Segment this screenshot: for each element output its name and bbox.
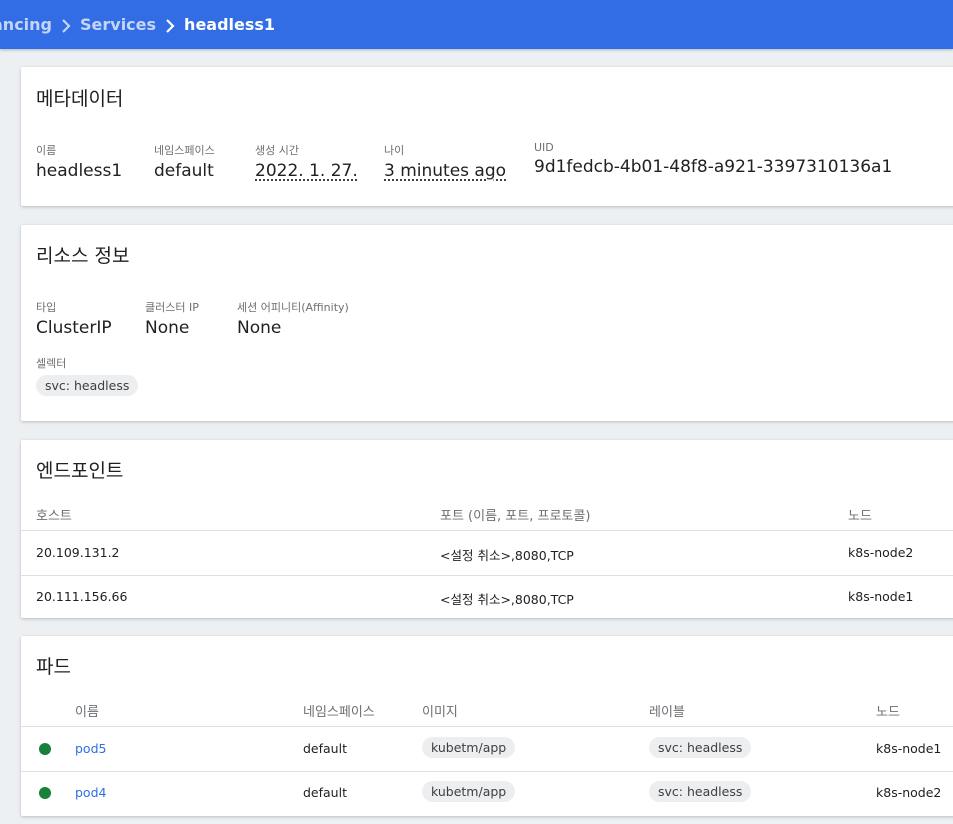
- session-affinity-value: None: [237, 318, 282, 338]
- uid-value: 9d1fedcb-4b01-48f8-a921-3397310136a1: [534, 157, 893, 177]
- chevron-right-icon: [52, 15, 80, 34]
- endpoints-table-header: 호스트 포트 (이름, 포트, 프로토콜) 노드: [21, 494, 953, 531]
- selector-field: 셀렉터 svc: headless: [36, 355, 139, 396]
- selector-chip: svc: headless: [36, 375, 139, 396]
- pod-node: k8s-node2: [876, 785, 942, 800]
- type-value: ClusterIP: [36, 318, 112, 338]
- status-running-icon: [39, 787, 51, 799]
- pod-image-chip: kubetm/app: [422, 781, 516, 802]
- cluster-ip-field: 클러스터 IP None: [145, 299, 199, 338]
- resource-info-card: 리소스 정보 타입 ClusterIP 클러스터 IP None 세션 어피니티…: [21, 225, 953, 421]
- column-header-namespace[interactable]: 네임스페이스: [303, 701, 375, 720]
- top-app-bar: ancing Services headless1: [0, 0, 953, 49]
- pods-card: 파드 이름 네임스페이스 이미지 레이블 노드 pod5 default kub…: [21, 636, 953, 816]
- breadcrumb-item-load-balancing[interactable]: ancing: [0, 15, 52, 34]
- pod-name-link[interactable]: pod5: [75, 741, 106, 756]
- endpoint-node: k8s-node2: [848, 545, 914, 560]
- pods-table-header: 이름 네임스페이스 이미지 레이블 노드: [21, 690, 953, 727]
- chevron-right-icon: [156, 15, 184, 34]
- namespace-field: 네임스페이스 default: [154, 142, 215, 181]
- type-field: 타입 ClusterIP: [36, 299, 112, 338]
- column-header-ports: 포트 (이름, 포트, 프로토콜): [440, 509, 591, 524]
- age-field: 나이 3 minutes ago: [384, 142, 506, 181]
- name-field: 이름 headless1: [36, 142, 122, 181]
- column-header-node: 노드: [848, 509, 872, 524]
- created-field: 생성 시간 2022. 1. 27.: [255, 142, 358, 181]
- pod-name-link[interactable]: pod4: [75, 785, 106, 800]
- name-value: headless1: [36, 161, 123, 181]
- column-header-node[interactable]: 노드: [876, 701, 900, 720]
- endpoint-host: 20.109.131.2: [36, 545, 120, 560]
- cluster-ip-value: None: [145, 318, 190, 338]
- metadata-card: 메타데이터 이름 headless1 네임스페이스 default 생성 시간 …: [21, 67, 953, 206]
- pod-namespace: default: [303, 741, 347, 756]
- breadcrumb-item-current: headless1: [184, 15, 276, 34]
- created-label: 생성 시간: [255, 144, 299, 157]
- endpoint-ports: <설정 취소>,8080,TCP: [440, 548, 574, 563]
- age-value[interactable]: 3 minutes ago: [384, 161, 506, 181]
- namespace-value: default: [154, 161, 214, 181]
- endpoint-host: 20.111.156.66: [36, 589, 128, 604]
- pod-image-chip: kubetm/app: [422, 737, 516, 758]
- session-affinity-field: 세션 어피니티(Affinity) None: [237, 299, 349, 338]
- session-affinity-label: 세션 어피니티(Affinity): [237, 301, 349, 314]
- status-running-icon: [39, 743, 51, 755]
- pod-label-chip: svc: headless: [649, 737, 752, 758]
- metadata-title: 메타데이터: [36, 88, 124, 110]
- pod-node: k8s-node1: [876, 741, 942, 756]
- namespace-label: 네임스페이스: [154, 144, 215, 157]
- uid-field: UID 9d1fedcb-4b01-48f8-a921-3397310136a1: [534, 141, 892, 177]
- endpoints-title: 엔드포인트: [36, 460, 124, 482]
- name-label: 이름: [36, 144, 57, 157]
- pods-title: 파드: [36, 656, 71, 678]
- table-row: 20.109.131.2 <설정 취소>,8080,TCP k8s-node2: [21, 531, 953, 576]
- column-header-images: 이미지: [422, 705, 458, 720]
- pod-namespace: default: [303, 785, 347, 800]
- endpoints-card: 엔드포인트 호스트 포트 (이름, 포트, 프로토콜) 노드 20.109.13…: [21, 440, 953, 618]
- pod-label-chip: svc: headless: [649, 781, 752, 802]
- column-header-host: 호스트: [36, 509, 72, 524]
- table-row: pod5 default kubetm/app svc: headless k8…: [21, 727, 953, 772]
- endpoint-ports: <설정 취소>,8080,TCP: [440, 592, 574, 607]
- created-value[interactable]: 2022. 1. 27.: [255, 161, 358, 181]
- breadcrumb-item-services[interactable]: Services: [80, 15, 156, 34]
- type-label: 타입: [36, 301, 57, 314]
- table-row: pod4 default kubetm/app svc: headless k8…: [21, 771, 953, 815]
- column-header-name[interactable]: 이름: [75, 701, 99, 720]
- endpoint-node: k8s-node1: [848, 589, 914, 604]
- table-row: 20.111.156.66 <설정 취소>,8080,TCP k8s-node1: [21, 575, 953, 619]
- uid-label: UID: [534, 141, 554, 154]
- breadcrumb: ancing Services headless1: [0, 0, 275, 49]
- selector-label: 셀렉터: [36, 357, 67, 370]
- cluster-ip-label: 클러스터 IP: [145, 301, 199, 314]
- resource-info-title: 리소스 정보: [36, 245, 130, 267]
- column-header-labels: 레이블: [649, 705, 685, 720]
- age-label: 나이: [384, 144, 405, 157]
